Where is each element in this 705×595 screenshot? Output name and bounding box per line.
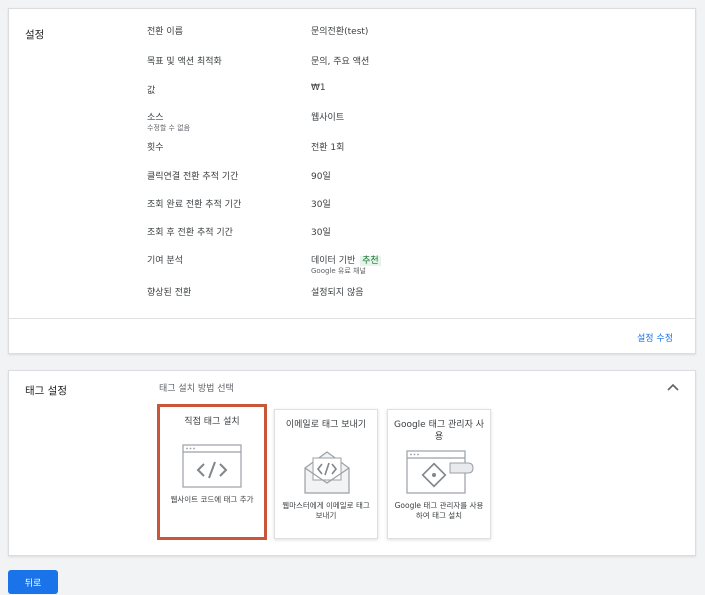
tag-manager-icon: [406, 450, 474, 494]
option-description: 웹사이트 코드에 태그 추가: [170, 495, 254, 504]
attribution-note: Google 유료 채널: [311, 267, 366, 275]
code-envelope-icon: [304, 451, 350, 494]
settings-card: 설정 전환 이름 문의전환(test) 목표 및 액션 최적화 문의, 주요 액…: [8, 8, 696, 354]
option-email-tag[interactable]: 이메일로 태그 보내기 웹마스터에게 이메일로 태그 보내기: [274, 409, 378, 539]
row-label-source: 소스: [147, 113, 164, 123]
option-title: Google 태그 관리자 사용: [393, 420, 484, 442]
tag-setup-title: 태그 설정: [25, 385, 67, 397]
row-value-attribution: 데이터 기반 추천: [311, 253, 381, 266]
back-button[interactable]: 뒤로: [8, 570, 58, 594]
source-not-editable-note: 수정할 수 없음: [147, 124, 191, 132]
row-value-conversion-name: 문의전환(test): [311, 27, 369, 37]
edit-settings-link[interactable]: 설정 수정: [637, 331, 673, 344]
option-title: 직접 태그 설치: [184, 417, 240, 427]
row-label-engaged-view-window: 조회 완료 전환 추적 기간: [147, 200, 242, 210]
settings-title: 설정: [25, 29, 45, 41]
row-label-view-through-window: 조회 후 전환 추적 기간: [147, 228, 233, 238]
row-value-count: 전환 1회: [311, 143, 345, 153]
option-install-directly[interactable]: 직접 태그 설치 웹사이트 코드에 태그 추가: [157, 404, 267, 540]
attribution-model: 데이터 기반: [311, 256, 356, 266]
option-tag-manager[interactable]: Google 태그 관리자 사용 Google 태그 관리자를 사용하여 태그 …: [387, 409, 491, 539]
row-value-goal: 문의, 주요 액션: [311, 57, 370, 67]
option-description: 웹마스터에게 이메일로 태그 보내기: [282, 501, 370, 520]
recommended-badge: 추천: [360, 256, 381, 266]
row-value-value: ₩1: [311, 83, 326, 93]
tag-setup-card: 태그 설정 태그 설치 방법 선택 직접 태그 설치 웹사이트 코드에 태그 추…: [8, 370, 696, 556]
row-value-engaged-view-window: 30일: [311, 200, 331, 210]
row-label-count: 횟수: [147, 143, 164, 153]
chevron-up-icon[interactable]: [665, 379, 681, 395]
row-label-attribution: 기여 분석: [147, 256, 183, 266]
row-label-click-window: 클릭연결 전환 추적 기간: [147, 172, 239, 182]
option-description: Google 태그 관리자를 사용하여 태그 설치: [394, 501, 484, 520]
row-label-goal: 목표 및 액션 최적화: [147, 57, 222, 67]
row-label-conversion-name: 전환 이름: [147, 27, 183, 37]
divider: [9, 318, 695, 319]
tag-method-prompt: 태그 설치 방법 선택: [159, 384, 234, 394]
code-window-icon: [182, 444, 242, 488]
row-label-value: 값: [147, 86, 156, 96]
row-value-enhanced-conversions: 설정되지 않음: [311, 288, 364, 298]
option-title: 이메일로 태그 보내기: [285, 420, 367, 430]
row-value-source: 웹사이트: [311, 113, 345, 123]
row-label-enhanced-conversions: 향상된 전환: [147, 288, 192, 298]
row-value-view-through-window: 30일: [311, 228, 331, 238]
row-value-click-window: 90일: [311, 172, 331, 182]
